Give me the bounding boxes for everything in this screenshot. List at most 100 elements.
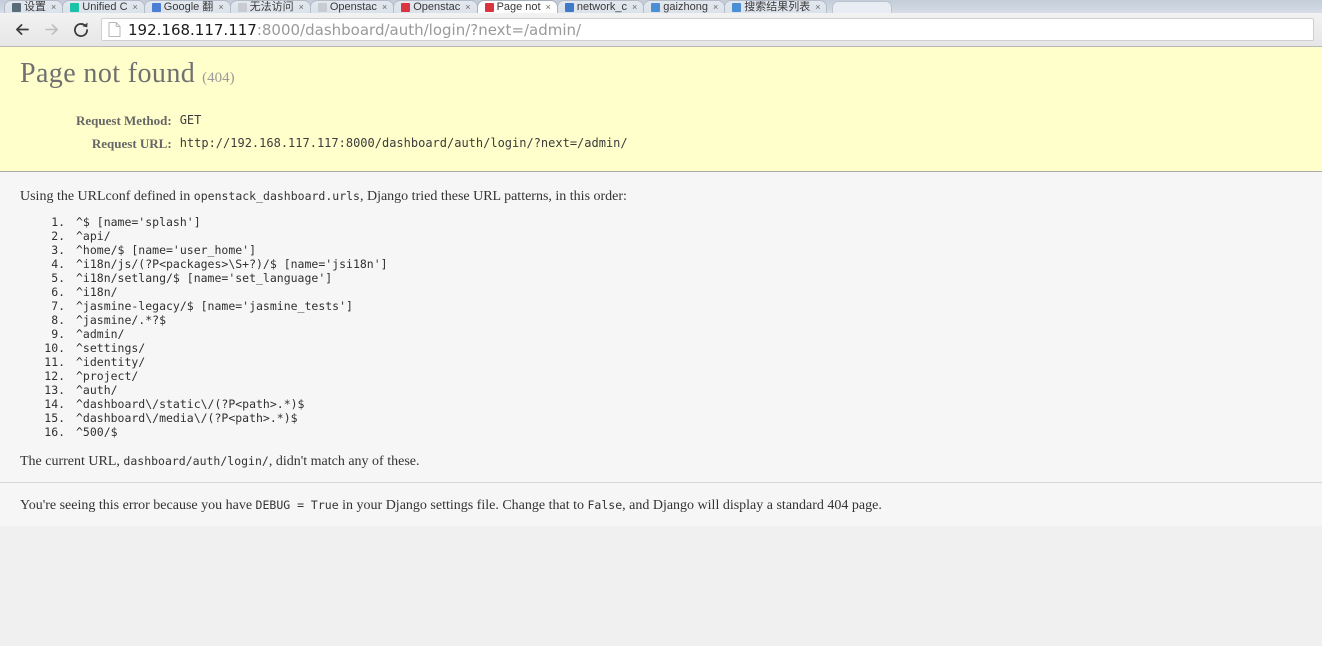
list-item: ^i18n/setlang/$ [name='set_language'] (72, 271, 1302, 285)
debug-false-value: False (587, 498, 623, 512)
tab-favicon-icon (484, 2, 494, 12)
list-item: ^i18n/js/(?P<packages>\S+?)/$ [name='jsi… (72, 257, 1302, 271)
list-item: ^500/$ (72, 425, 1302, 439)
list-item: ^settings/ (72, 341, 1302, 355)
browser-toolbar: 192.168.117.117:8000/dashboard/auth/logi… (0, 13, 1322, 47)
tab-favicon-icon (70, 2, 80, 12)
current-url-note: The current URL, dashboard/auth/login/, … (20, 449, 1302, 472)
list-item: ^admin/ (72, 327, 1302, 341)
tab-title: gaizhong (663, 0, 708, 13)
urlconf-module: openstack_dashboard.urls (193, 189, 360, 203)
tab-favicon-icon (317, 2, 327, 12)
address-bar[interactable]: 192.168.117.117:8000/dashboard/auth/logi… (101, 18, 1314, 41)
browser-tab-active[interactable]: Page not × (476, 0, 558, 13)
tab-favicon-icon (12, 2, 21, 12)
tab-close-icon[interactable]: × (382, 1, 387, 13)
tab-close-icon[interactable]: × (218, 1, 223, 13)
browser-tab[interactable]: network_c × (556, 0, 645, 13)
tab-strip: 设置 × Unified C × Google 翻 × 无法访问 × Opens… (0, 0, 1322, 13)
error-summary-panel: Page not found (404) Request Method: GET … (0, 47, 1322, 172)
browser-tab[interactable]: Google 翻 × (143, 0, 231, 13)
back-button[interactable] (8, 16, 37, 44)
url-patterns-list: ^$ [name='splash'] ^api/ ^home/$ [name='… (20, 215, 1302, 439)
reload-button[interactable] (66, 16, 95, 44)
debug-note-panel: You're seeing this error because you hav… (0, 483, 1322, 526)
tab-title: network_c (576, 0, 628, 13)
request-method-label: Request Method: (76, 113, 172, 128)
list-item: ^project/ (72, 369, 1302, 383)
urlconf-intro-pre: Using the URLconf defined in (20, 189, 194, 204)
debug-setting: DEBUG = True (255, 498, 339, 512)
table-row: Request Method: GET (76, 111, 628, 134)
address-bar-url: 192.168.117.117:8000/dashboard/auth/logi… (128, 20, 581, 40)
tab-title: Page not (496, 0, 541, 13)
url-host: 192.168.117.117 (128, 20, 257, 39)
tab-strip-empty-area (892, 0, 1322, 13)
tab-favicon-icon (237, 2, 247, 12)
list-item: ^auth/ (72, 383, 1302, 397)
tab-title: 设置 (24, 0, 46, 13)
tab-close-icon[interactable]: × (299, 1, 304, 13)
forward-button[interactable] (37, 16, 66, 44)
browser-tab[interactable]: 搜索结果列表 × (724, 0, 828, 13)
tab-title: 搜索结果列表 (744, 0, 811, 13)
list-item: ^home/$ [name='user_home'] (72, 243, 1302, 257)
tab-close-icon[interactable]: × (546, 1, 551, 13)
list-item: ^api/ (72, 229, 1302, 243)
new-tab-button[interactable] (832, 1, 893, 13)
back-arrow-icon (16, 24, 29, 35)
request-meta-table: Request Method: GET Request URL: http://… (76, 111, 628, 157)
table-row: Request URL: http://192.168.117.117:8000… (76, 134, 628, 157)
list-item: ^$ [name='splash'] (72, 215, 1302, 229)
tab-close-icon[interactable]: × (133, 1, 138, 13)
browser-tab[interactable]: Openstac × (309, 0, 395, 13)
browser-tab[interactable]: Unified C × (62, 0, 145, 13)
tab-title: 无法访问 (249, 0, 294, 13)
error-explanation-panel: Using the URLconf defined in openstack_d… (0, 172, 1322, 483)
page-empty-area (0, 526, 1322, 646)
tab-title: Unified C (82, 0, 128, 13)
tab-favicon-icon (401, 2, 411, 12)
browser-tab[interactable]: gaizhong × (643, 0, 726, 13)
debug-note: You're seeing this error because you hav… (20, 495, 1302, 516)
current-url-value: dashboard/auth/login/ (123, 454, 269, 468)
current-url-post: , didn't match any of these. (268, 454, 420, 469)
browser-window: 设置 × Unified C × Google 翻 × 无法访问 × Opens… (0, 0, 1322, 47)
request-method-value: GET (179, 113, 202, 127)
list-item: ^dashboard\/media\/(?P<path>.*)$ (72, 411, 1302, 425)
tab-favicon-icon (732, 2, 742, 12)
urlconf-intro: Using the URLconf defined in openstack_d… (20, 186, 1302, 207)
request-url-label: Request URL: (91, 136, 172, 151)
list-item: ^identity/ (72, 355, 1302, 369)
tab-close-icon[interactable]: × (713, 1, 718, 13)
tab-title: Openstac (329, 0, 377, 13)
url-path: :8000/dashboard/auth/login/?next=/admin/ (256, 20, 582, 39)
tab-title: Openstac (413, 0, 461, 13)
tab-close-icon[interactable]: × (632, 1, 637, 13)
debug-note-post: , and Django will display a standard 404… (622, 498, 882, 513)
browser-tab[interactable]: 设置 × (4, 0, 64, 13)
status-code: (404) (202, 70, 235, 86)
browser-tab[interactable]: 无法访问 × (229, 0, 311, 13)
tab-favicon-icon (151, 2, 161, 12)
debug-note-pre: You're seeing this error because you hav… (20, 498, 256, 513)
request-url-value: http://192.168.117.117:8000/dashboard/au… (179, 136, 628, 150)
list-item: ^dashboard\/static\/(?P<path>.*)$ (72, 397, 1302, 411)
tab-favicon-icon (651, 2, 661, 12)
urlconf-intro-post: , Django tried these URL patterns, in th… (359, 189, 627, 204)
page-title-text: Page not found (20, 58, 196, 89)
browser-tab[interactable]: Openstac × (393, 0, 478, 13)
debug-note-mid: in your Django settings file. Change tha… (338, 498, 588, 513)
tab-favicon-icon (564, 2, 574, 12)
tab-close-icon[interactable]: × (815, 1, 820, 13)
page-title: Page not found (404) (20, 57, 1302, 95)
list-item: ^jasmine/.*?$ (72, 313, 1302, 327)
tab-close-icon[interactable]: × (465, 1, 470, 13)
forward-arrow-icon (45, 24, 58, 35)
tab-title: Google 翻 (163, 0, 214, 13)
page-document-icon (108, 22, 121, 37)
list-item: ^i18n/ (72, 285, 1302, 299)
tab-close-icon[interactable]: × (51, 1, 56, 13)
list-item: ^jasmine-legacy/$ [name='jasmine_tests'] (72, 299, 1302, 313)
current-url-pre: The current URL, (20, 454, 124, 469)
